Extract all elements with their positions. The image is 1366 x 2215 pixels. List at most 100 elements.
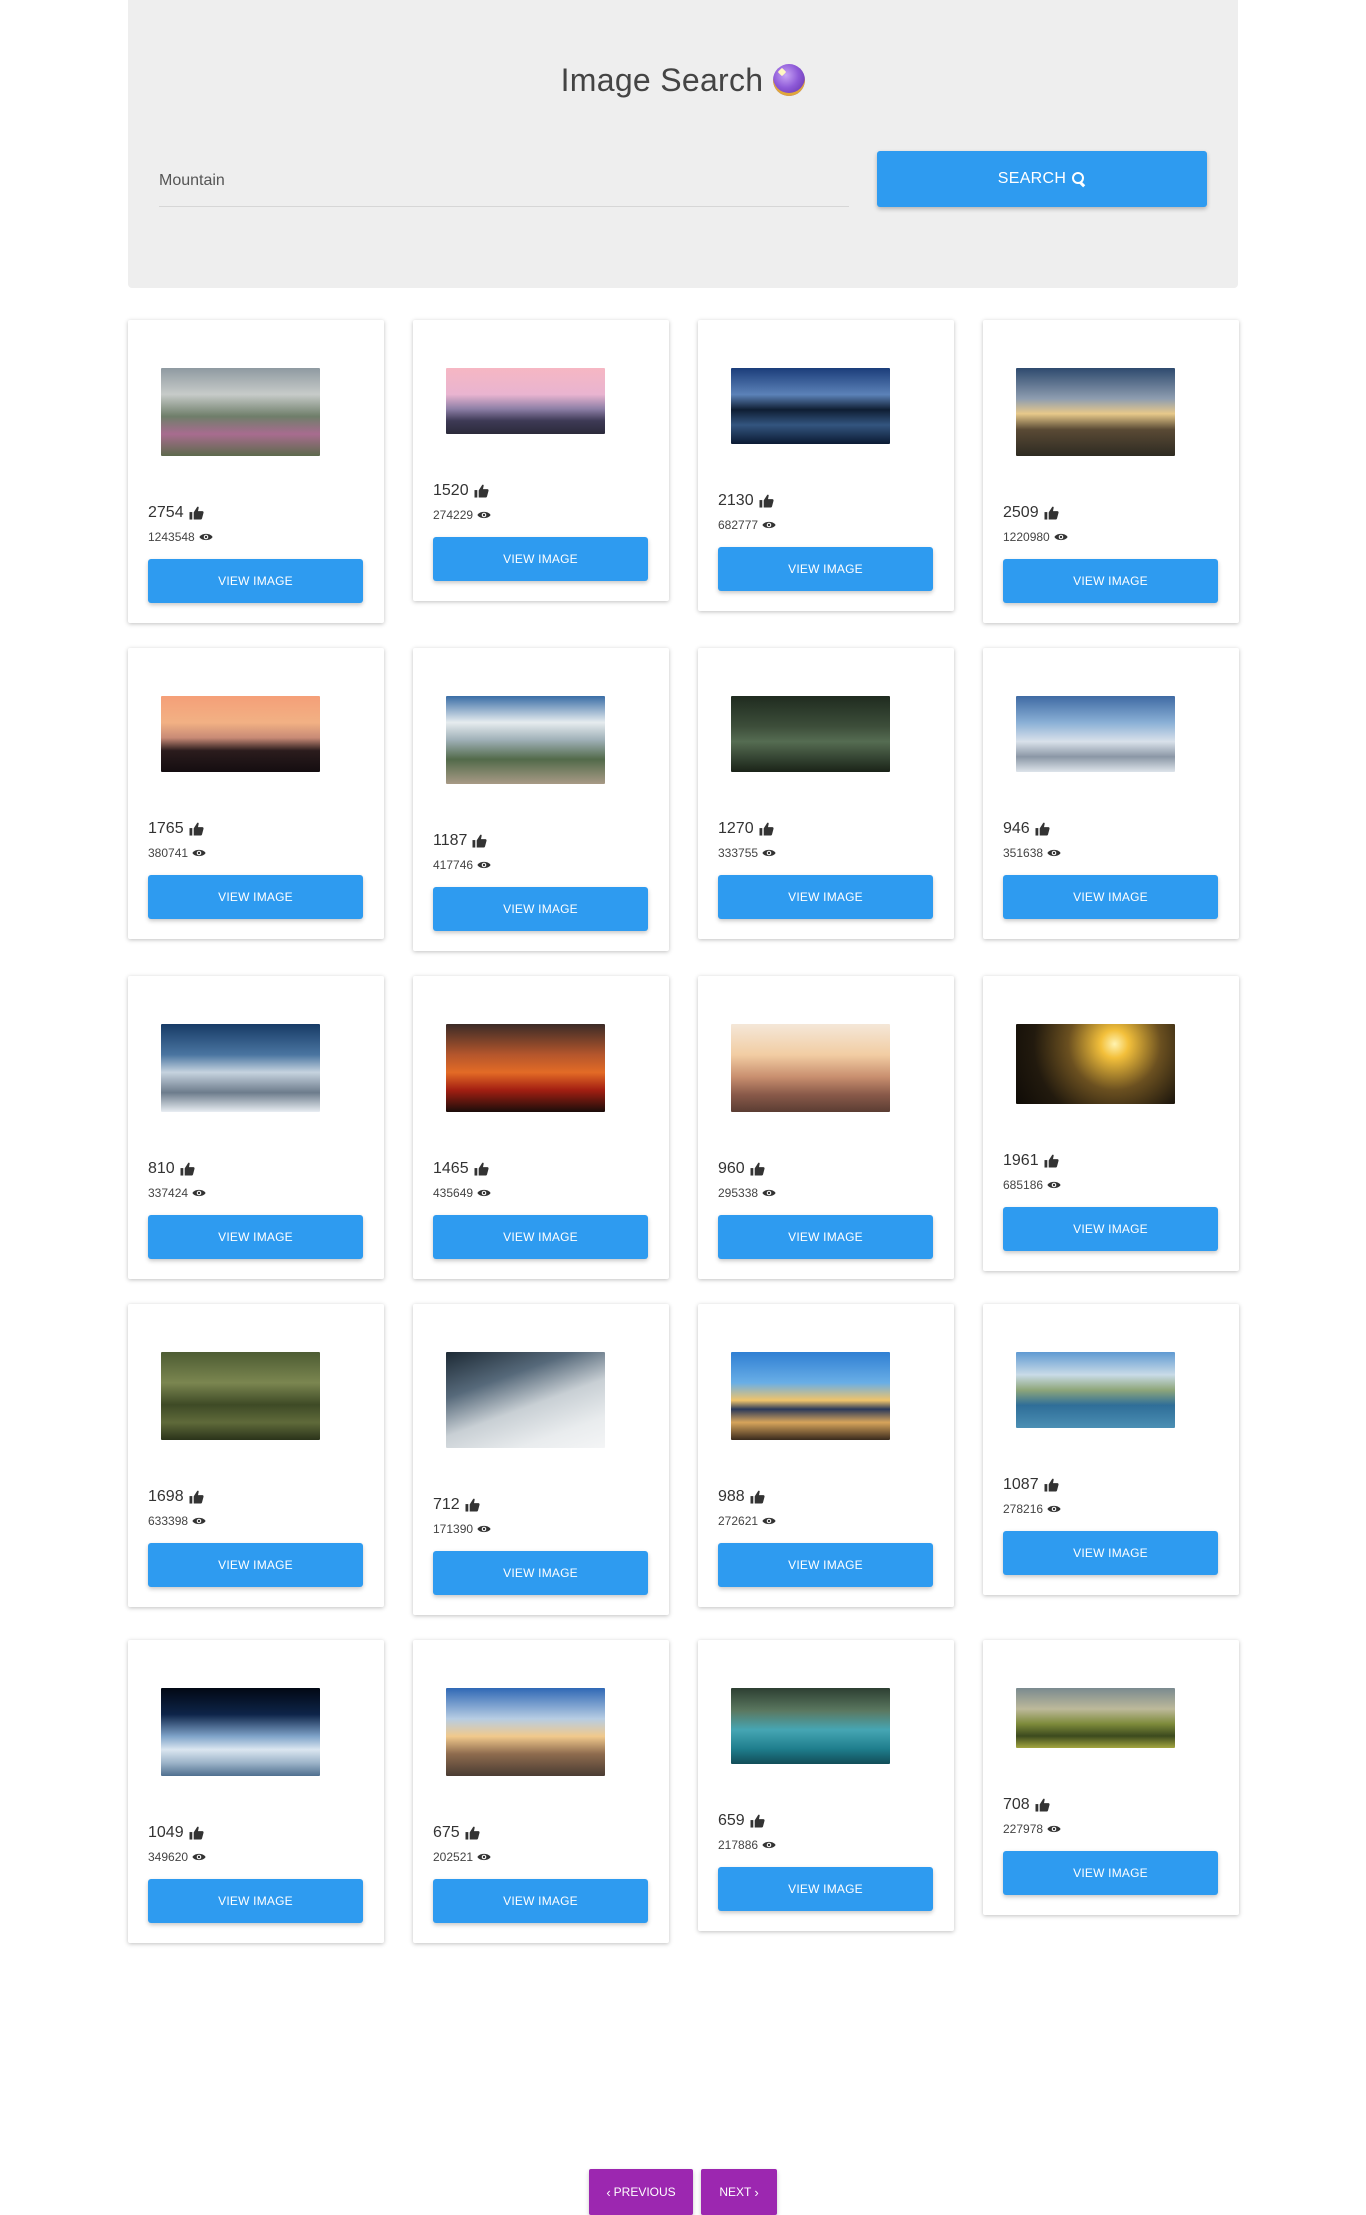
thumbs-up-icon (1035, 1798, 1050, 1812)
view-image-button[interactable]: VIEW IMAGE (718, 1543, 933, 1587)
thumbs-up-icon (750, 1814, 765, 1828)
view-image-button[interactable]: VIEW IMAGE (148, 1215, 363, 1259)
page-title: Image Search (128, 62, 1238, 99)
eye-icon (1047, 849, 1061, 857)
image-thumbnail[interactable] (161, 1688, 320, 1776)
view-count: 217886 (718, 1838, 934, 1852)
image-thumbnail[interactable] (161, 696, 320, 772)
image-thumbnail[interactable] (1016, 696, 1175, 772)
view-count-value: 633398 (148, 1514, 189, 1528)
like-count-value: 659 (718, 1812, 745, 1829)
image-thumbnail[interactable] (731, 696, 890, 772)
view-count: 380741 (148, 846, 364, 860)
search-input[interactable] (159, 155, 849, 207)
view-image-button[interactable]: VIEW IMAGE (433, 887, 648, 931)
like-count-value: 2130 (718, 492, 754, 509)
like-count-value: 2754 (148, 504, 184, 521)
like-count: 988 (718, 1488, 934, 1506)
search-button[interactable]: SEARCH (877, 151, 1207, 207)
thumbs-up-icon (189, 1826, 204, 1840)
image-thumbnail[interactable] (731, 1688, 890, 1764)
chevron-right-icon: › (754, 2184, 759, 2200)
eye-icon (1054, 533, 1068, 541)
image-thumbnail[interactable] (731, 1024, 890, 1112)
thumbs-up-icon (189, 1490, 204, 1504)
page-title-text: Image Search (560, 62, 764, 98)
view-count: 272621 (718, 1514, 934, 1528)
like-count: 1049 (148, 1824, 364, 1842)
eye-icon (477, 1525, 491, 1533)
view-count-value: 272621 (718, 1514, 759, 1528)
view-image-button[interactable]: VIEW IMAGE (1003, 875, 1218, 919)
search-icon (1072, 172, 1086, 186)
view-count: 274229 (433, 508, 649, 522)
view-count: 227978 (1003, 1822, 1219, 1836)
image-thumbnail[interactable] (446, 368, 605, 434)
thumbs-up-icon (759, 494, 774, 508)
view-image-button[interactable]: VIEW IMAGE (718, 1867, 933, 1911)
image-thumbnail[interactable] (1016, 1688, 1175, 1748)
pagination: ‹ PREVIOUS NEXT › (0, 2169, 1366, 2215)
view-count-value: 217886 (718, 1838, 759, 1852)
like-count-value: 675 (433, 1824, 460, 1841)
view-image-button[interactable]: VIEW IMAGE (718, 547, 933, 591)
eye-icon (477, 1189, 491, 1197)
thumbs-up-icon (472, 834, 487, 848)
eye-icon (1047, 1181, 1061, 1189)
view-count: 633398 (148, 1514, 364, 1528)
image-thumbnail[interactable] (731, 1352, 890, 1440)
image-thumbnail[interactable] (446, 1024, 605, 1112)
image-thumbnail[interactable] (731, 368, 890, 444)
like-count: 1698 (148, 1488, 364, 1506)
view-image-button[interactable]: VIEW IMAGE (1003, 1207, 1218, 1251)
thumbs-up-icon (1044, 1478, 1059, 1492)
like-count-value: 1465 (433, 1160, 469, 1177)
view-image-button[interactable]: VIEW IMAGE (148, 559, 363, 603)
view-image-button[interactable]: VIEW IMAGE (718, 875, 933, 919)
chevron-left-icon: ‹ (606, 2184, 611, 2200)
image-card: 810 337424 VIEW IMAGE (128, 976, 384, 1279)
image-thumbnail[interactable] (446, 1688, 605, 1776)
eye-icon (192, 1517, 206, 1525)
eye-icon (762, 521, 776, 529)
image-thumbnail[interactable] (161, 1352, 320, 1440)
view-image-button[interactable]: VIEW IMAGE (1003, 1531, 1218, 1575)
previous-button[interactable]: ‹ PREVIOUS (589, 2169, 693, 2215)
image-thumbnail[interactable] (1016, 1352, 1175, 1428)
image-card: 1270 333755 VIEW IMAGE (698, 648, 954, 939)
image-thumbnail[interactable] (1016, 368, 1175, 456)
next-button[interactable]: NEXT › (701, 2169, 777, 2215)
image-thumbnail[interactable] (161, 368, 320, 456)
view-count-value: 333755 (718, 846, 759, 860)
view-image-button[interactable]: VIEW IMAGE (148, 875, 363, 919)
like-count-value: 1049 (148, 1824, 184, 1841)
thumbs-up-icon (474, 484, 489, 498)
like-count: 2509 (1003, 504, 1219, 522)
image-thumbnail[interactable] (446, 696, 605, 784)
view-image-button[interactable]: VIEW IMAGE (433, 1215, 648, 1259)
image-thumbnail[interactable] (446, 1352, 605, 1448)
image-card: 712 171390 VIEW IMAGE (413, 1304, 669, 1615)
eye-icon (192, 1853, 206, 1861)
image-card: 1087 278216 VIEW IMAGE (983, 1304, 1239, 1595)
eye-icon (762, 1841, 776, 1849)
image-thumbnail[interactable] (1016, 1024, 1175, 1104)
view-image-button[interactable]: VIEW IMAGE (1003, 559, 1218, 603)
view-image-button[interactable]: VIEW IMAGE (718, 1215, 933, 1259)
image-card: 1187 417746 VIEW IMAGE (413, 648, 669, 951)
image-card: 2509 1220980 VIEW IMAGE (983, 320, 1239, 623)
view-image-button[interactable]: VIEW IMAGE (433, 1879, 648, 1923)
view-count: 435649 (433, 1186, 649, 1200)
image-thumbnail[interactable] (161, 1024, 320, 1112)
view-image-button[interactable]: VIEW IMAGE (1003, 1851, 1218, 1895)
view-image-button[interactable]: VIEW IMAGE (433, 537, 648, 581)
image-card: 1049 349620 VIEW IMAGE (128, 1640, 384, 1943)
search-button-label: SEARCH (997, 170, 1067, 187)
like-count-value: 960 (718, 1160, 745, 1177)
view-image-button[interactable]: VIEW IMAGE (148, 1879, 363, 1923)
view-image-button[interactable]: VIEW IMAGE (433, 1551, 648, 1595)
like-count-value: 1765 (148, 820, 184, 837)
view-image-button[interactable]: VIEW IMAGE (148, 1543, 363, 1587)
eye-icon (192, 1189, 206, 1197)
eye-icon (762, 849, 776, 857)
